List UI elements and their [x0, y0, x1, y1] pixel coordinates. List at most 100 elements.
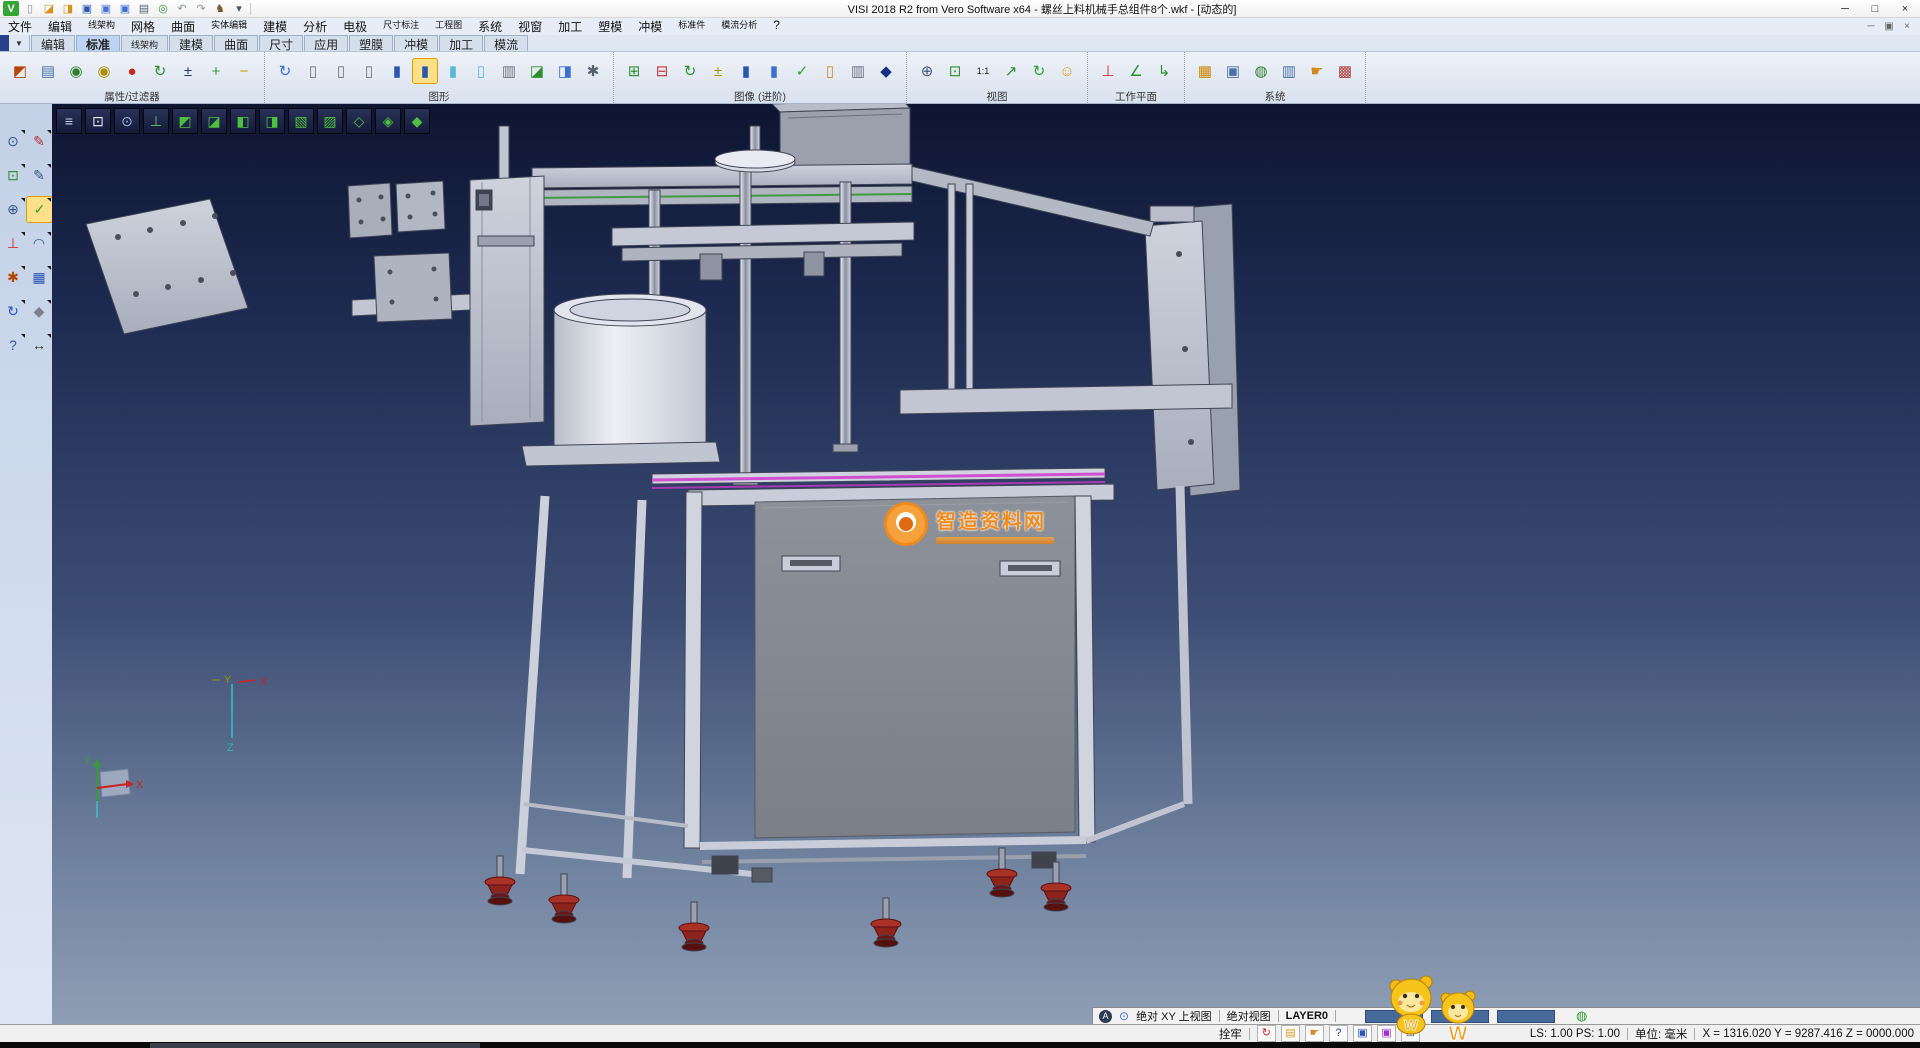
- viewport-zoom-icon[interactable]: ⊙: [114, 108, 140, 134]
- probe-arrow-icon[interactable]: ↗: [998, 58, 1024, 84]
- tab-dropdown-icon[interactable]: ▼: [9, 35, 30, 51]
- view-front-cube-icon[interactable]: ▧: [288, 108, 314, 134]
- help-icon[interactable]: ?: [1, 333, 26, 358]
- hide-all-icon[interactable]: −: [231, 58, 257, 84]
- view-iso-cube-icon[interactable]: ◇: [346, 108, 372, 134]
- attribute-paint-icon[interactable]: ◩: [7, 58, 33, 84]
- zoom-solid-icon[interactable]: ⊕: [1, 197, 26, 222]
- save-icon[interactable]: ▣: [79, 1, 95, 16]
- hidden-line-view-icon[interactable]: ▯: [328, 58, 354, 84]
- attributes-brush-icon[interactable]: ✱: [1, 265, 26, 290]
- cubes-traffic-icon[interactable]: ⊟: [649, 58, 675, 84]
- quick-access-dropdown-icon[interactable]: ▾: [231, 1, 247, 16]
- ribbon-tab[interactable]: 冲模: [394, 35, 438, 51]
- validate-icon[interactable]: ✓: [26, 196, 53, 223]
- save-as-icon[interactable]: ▣: [98, 1, 114, 16]
- document-window-control[interactable]: ▣: [1880, 21, 1898, 32]
- menu-item[interactable]: 建模: [255, 18, 295, 35]
- wireframe-view-icon[interactable]: ▯: [300, 58, 326, 84]
- view-dimetric-cube-icon[interactable]: ◈: [375, 108, 401, 134]
- view-reference-label[interactable]: 绝对视图: [1227, 1008, 1271, 1024]
- profile-window-icon[interactable]: ▣: [1220, 58, 1246, 84]
- solid-cube-icon[interactable]: ◆: [27, 299, 52, 324]
- curve-edit-icon[interactable]: ◠: [27, 231, 52, 256]
- selection-hand-icon[interactable]: ☛: [1304, 58, 1330, 84]
- shaded-edges-view-icon[interactable]: ▮: [440, 58, 466, 84]
- clip-stripe-icon[interactable]: ▮: [761, 58, 787, 84]
- transparent-view-icon[interactable]: ▯: [468, 58, 494, 84]
- pan-hand-icon[interactable]: ☛: [1305, 1025, 1324, 1042]
- copy-graphics-icon[interactable]: ◨: [552, 58, 578, 84]
- refresh-icon[interactable]: ↻: [1, 299, 26, 324]
- close-button[interactable]: ×: [1890, 3, 1920, 15]
- visi-logo-icon[interactable]: V: [3, 1, 19, 16]
- zoom-dynamic-icon[interactable]: ⊕: [914, 58, 940, 84]
- preview-icon[interactable]: ◎: [155, 1, 171, 16]
- show-all-icon[interactable]: +: [203, 58, 229, 84]
- filter-traffic-icon[interactable]: ●: [119, 58, 145, 84]
- menu-item[interactable]: 视窗: [510, 18, 550, 35]
- eye-smiley-icon[interactable]: ☺: [1054, 58, 1080, 84]
- workplane-align-icon[interactable]: ∠: [1123, 58, 1149, 84]
- views-toggle-icon[interactable]: ±: [705, 58, 731, 84]
- status-search-icon[interactable]: ⊙: [1119, 1009, 1129, 1023]
- menu-item[interactable]: 加工: [550, 18, 590, 35]
- scale-1-1-icon[interactable]: 1:1: [970, 58, 996, 84]
- wire-solid-icon[interactable]: ▥: [845, 58, 871, 84]
- zoom-options-icon[interactable]: ⊙: [1, 129, 26, 154]
- menu-item[interactable]: ?: [765, 18, 788, 35]
- menu-item[interactable]: 编辑: [40, 18, 80, 35]
- regen-solid-icon[interactable]: ◪: [524, 58, 550, 84]
- view-right-cube-icon[interactable]: ◨: [259, 108, 285, 134]
- graphics-settings-icon[interactable]: ✱: [580, 58, 606, 84]
- snap-lock-label[interactable]: 拴牢: [1219, 1026, 1242, 1042]
- help-tip-icon[interactable]: ?: [1329, 1025, 1348, 1042]
- viewport-menu-icon[interactable]: ≡: [56, 108, 82, 134]
- snapshot-solid-icon[interactable]: ▯: [817, 58, 843, 84]
- ribbon-tab[interactable]: 加工: [439, 35, 483, 51]
- show-hide-toggle-icon[interactable]: ±: [175, 58, 201, 84]
- views-add-icon[interactable]: ⊞: [621, 58, 647, 84]
- undo-icon[interactable]: ↶: [174, 1, 190, 16]
- ribbon-tab[interactable]: 应用: [304, 35, 348, 51]
- fit-view-icon[interactable]: ⊡: [1, 163, 26, 188]
- menu-item[interactable]: 文件: [0, 18, 40, 35]
- shaded-view-icon[interactable]: ▮: [412, 58, 438, 84]
- export-icon[interactable]: ▣: [117, 1, 133, 16]
- parts-icon[interactable]: ▣: [1353, 1025, 1372, 1042]
- hide-entities-icon[interactable]: ◉: [91, 58, 117, 84]
- menu-item[interactable]: 线架构: [80, 18, 123, 35]
- macro-icon[interactable]: ♞: [212, 1, 228, 16]
- menu-item[interactable]: 网格: [123, 18, 163, 35]
- open-project-icon[interactable]: ◨: [60, 1, 76, 16]
- view-left-cube-icon[interactable]: ◧: [230, 108, 256, 134]
- menu-item[interactable]: 标准件: [670, 18, 713, 35]
- ribbon-tab[interactable]: 尺寸: [259, 35, 303, 51]
- ucs-axis-icon[interactable]: ⊥: [1, 231, 26, 256]
- facet-solid-icon[interactable]: ◆: [873, 58, 899, 84]
- measure-icon[interactable]: ↔: [27, 333, 52, 358]
- viewport-fit-icon[interactable]: ⊡: [85, 108, 111, 134]
- capture-sync-icon[interactable]: ↻: [1257, 1025, 1276, 1042]
- color-table-icon[interactable]: ▦: [1192, 58, 1218, 84]
- print-icon[interactable]: ▤: [136, 1, 152, 16]
- ribbon-tab[interactable]: 曲面: [214, 35, 258, 51]
- viewport-3d[interactable]: ≡⊡⊙⊥◩◪◧◨▧▨◇◈◆: [52, 104, 1920, 1024]
- notes-icon[interactable]: ▤: [1281, 1025, 1300, 1042]
- new-document-icon[interactable]: ▯: [22, 1, 38, 16]
- workplane-transform-icon[interactable]: ↳: [1151, 58, 1177, 84]
- grid-plane-icon[interactable]: ▩: [1332, 58, 1358, 84]
- view-mode-label[interactable]: 绝对 XY 上视图: [1136, 1008, 1212, 1024]
- menu-item[interactable]: 分析: [295, 18, 335, 35]
- view-refresh-icon[interactable]: ↻: [1026, 58, 1052, 84]
- workspace-icon[interactable]: ▥: [1276, 58, 1302, 84]
- attribute-copy-icon[interactable]: ▤: [35, 58, 61, 84]
- document-window-control[interactable]: ─: [1862, 21, 1880, 32]
- menu-item[interactable]: 工程图: [427, 18, 470, 35]
- hatched-view-icon[interactable]: ▥: [496, 58, 522, 84]
- ribbon-tab[interactable]: 模流: [484, 35, 528, 51]
- menu-item[interactable]: 塑模: [590, 18, 630, 35]
- validate-solid-icon[interactable]: ✓: [789, 58, 815, 84]
- menu-item[interactable]: 电极: [335, 18, 375, 35]
- dashed-hidden-view-icon[interactable]: ▯: [356, 58, 382, 84]
